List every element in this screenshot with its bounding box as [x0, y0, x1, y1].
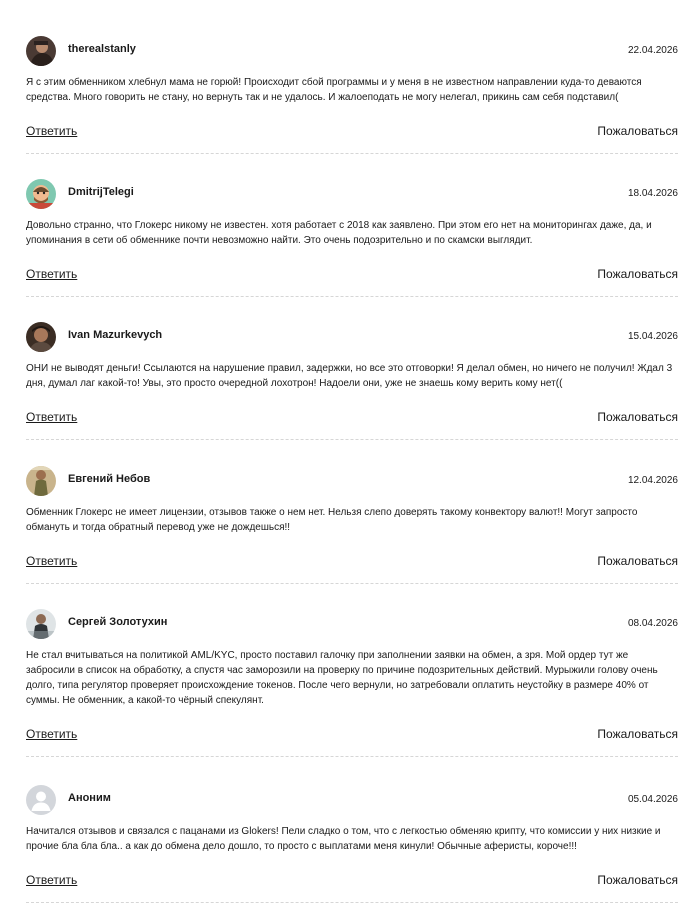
review-username: Ivan Mazurkevych — [68, 329, 163, 341]
review-username: Сергей Золотухин — [68, 616, 168, 628]
review-text: Обменник Глокерс не имеет лицензии, отзы… — [26, 507, 638, 533]
review-actions: Ответить Пожаловаться — [26, 727, 678, 743]
reply-button[interactable]: Ответить — [26, 410, 77, 424]
user-photo-avatar[interactable] — [26, 466, 56, 496]
report-button[interactable]: Пожаловаться — [597, 873, 678, 887]
review-actions: Ответить Пожаловаться — [26, 554, 678, 570]
review-item: DmitrijTelegi 18.04.2026 Довольно странн… — [26, 179, 678, 297]
review-text: Довольно странно, что Глокерс никому не … — [26, 220, 652, 246]
review-username: therealstanly — [68, 43, 136, 55]
review-actions: Ответить Пожаловаться — [26, 124, 678, 140]
reviews-list: therealstanly 22.04.2026 Я с этим обменн… — [0, 0, 682, 903]
review-text: Не стал вчитываться на политикой AML/KYC… — [26, 650, 658, 706]
reply-button[interactable]: Ответить — [26, 124, 77, 138]
report-button[interactable]: Пожаловаться — [597, 124, 678, 138]
review-header: Евгений Небов 12.04.2026 — [26, 466, 678, 496]
review-username: Аноним — [68, 792, 111, 804]
review-item: Евгений Небов 12.04.2026 Обменник Глокер… — [26, 466, 678, 584]
review-header: DmitrijTelegi 18.04.2026 — [26, 179, 678, 209]
reply-button[interactable]: Ответить — [26, 727, 77, 741]
review-header: Сергей Золотухин 08.04.2026 — [26, 609, 678, 639]
review-header: Ivan Mazurkevych 15.04.2026 — [26, 322, 678, 352]
review-item: Ivan Mazurkevych 15.04.2026 ОНИ не вывод… — [26, 322, 678, 440]
review-username: Евгений Небов — [68, 473, 151, 485]
review-username: DmitrijTelegi — [68, 186, 134, 198]
reply-button[interactable]: Ответить — [26, 554, 77, 568]
review-date: 22.04.2026 — [627, 45, 678, 56]
cartoon-avatar[interactable] — [26, 179, 56, 209]
review-header: therealstanly 22.04.2026 — [26, 36, 678, 66]
review-header: Аноним 05.04.2026 — [26, 785, 678, 815]
review-date: 05.04.2026 — [627, 794, 678, 805]
review-date: 18.04.2026 — [627, 188, 678, 199]
review-date: 08.04.2026 — [627, 618, 678, 629]
report-button[interactable]: Пожаловаться — [597, 727, 678, 741]
review-item: Сергей Золотухин 08.04.2026 Не стал вчит… — [26, 609, 678, 757]
report-button[interactable]: Пожаловаться — [597, 554, 678, 568]
user-photo-avatar[interactable] — [26, 609, 56, 639]
user-photo-avatar[interactable] — [26, 36, 56, 66]
review-actions: Ответить Пожаловаться — [26, 873, 678, 889]
review-item: Аноним 05.04.2026 Начитался отзывов и св… — [26, 785, 678, 903]
review-text: Я с этим обменником хлебнул мама не горю… — [26, 77, 642, 103]
user-photo-avatar[interactable] — [26, 322, 56, 352]
review-date: 12.04.2026 — [627, 475, 678, 486]
review-item: therealstanly 22.04.2026 Я с этим обменн… — [26, 36, 678, 154]
review-actions: Ответить Пожаловаться — [26, 410, 678, 426]
review-actions: Ответить Пожаловаться — [26, 267, 678, 283]
default-user-avatar[interactable] — [26, 785, 56, 815]
report-button[interactable]: Пожаловаться — [597, 267, 678, 281]
review-date: 15.04.2026 — [627, 331, 678, 342]
review-text: Начитался отзывов и связался с пацанами … — [26, 826, 661, 852]
reply-button[interactable]: Ответить — [26, 873, 77, 887]
report-button[interactable]: Пожаловаться — [597, 410, 678, 424]
reply-button[interactable]: Ответить — [26, 267, 77, 281]
review-text: ОНИ не выводят деньги! Ссылаются на нару… — [26, 363, 673, 389]
